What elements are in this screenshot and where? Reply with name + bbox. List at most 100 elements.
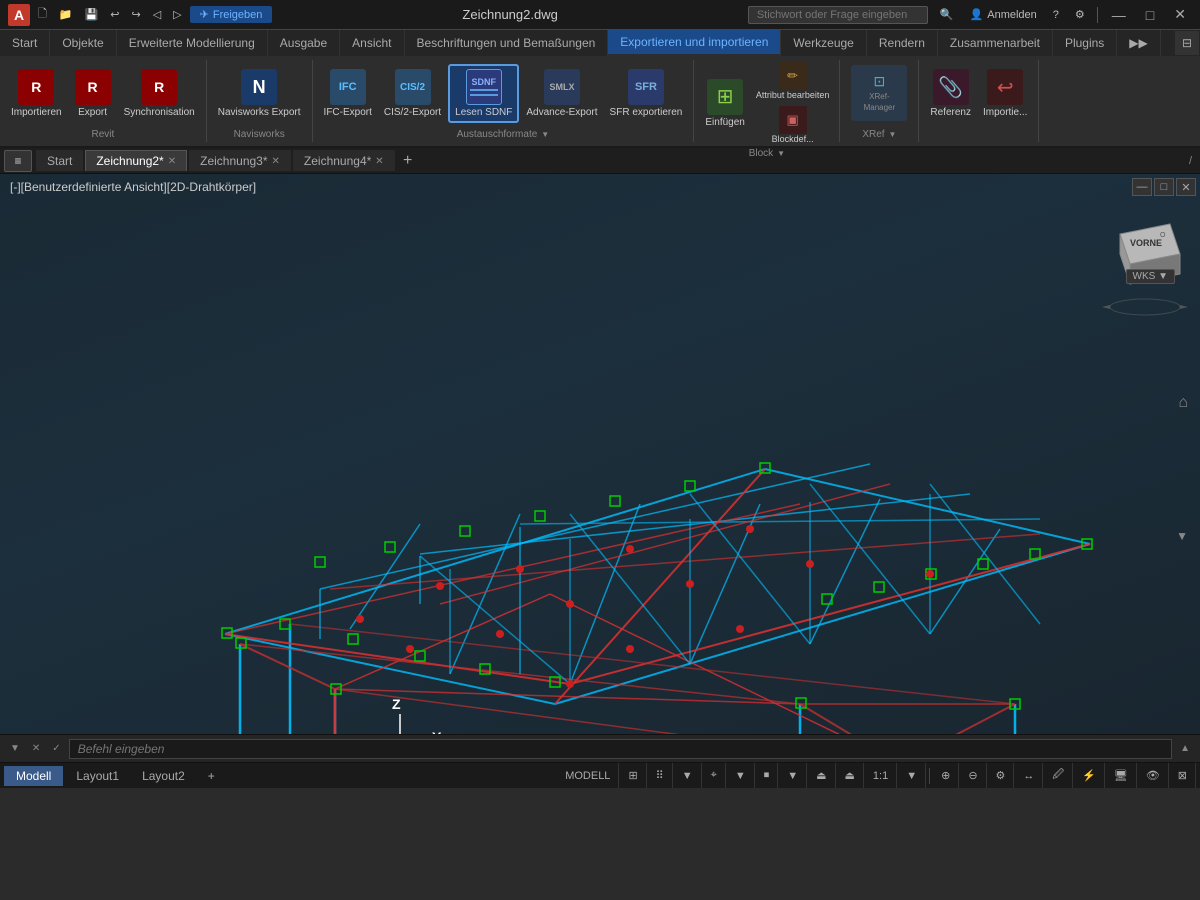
xref-dropdown-arrow[interactable]: ▼ bbox=[889, 130, 897, 139]
settings-btn[interactable]: ⚙ bbox=[988, 763, 1015, 788]
tab-zeichnung4-close[interactable]: ✕ bbox=[375, 156, 383, 167]
blockdef-btn[interactable]: ▣ Blockdef... bbox=[752, 104, 834, 146]
tab-erweiterte[interactable]: Erweiterte Modellierung bbox=[117, 30, 268, 56]
tab-zeichnung3[interactable]: Zeichnung3* ✕ bbox=[189, 150, 291, 171]
help-btn[interactable]: ? bbox=[1049, 8, 1063, 22]
revit-export-btn[interactable]: R Export bbox=[69, 66, 117, 121]
viewport-close-btn[interactable]: ✕ bbox=[1176, 178, 1196, 196]
ribbon-panel-icon[interactable]: ⊟ bbox=[1175, 31, 1199, 55]
cmd-check-btn[interactable]: ✓ bbox=[48, 741, 64, 756]
tab-zeichnung2[interactable]: Zeichnung2* ✕ bbox=[85, 150, 187, 171]
tab-zeichnung3-close[interactable]: ✕ bbox=[272, 156, 280, 167]
tab-start[interactable]: Start bbox=[0, 30, 50, 56]
viewcube[interactable]: VORNE O WKS ▼ bbox=[1100, 204, 1190, 294]
tab-plugins[interactable]: Plugins bbox=[1053, 30, 1117, 56]
zoom-in-btn[interactable]: ⊕ bbox=[933, 763, 959, 788]
workspace-btn[interactable]: ⚡ bbox=[1074, 763, 1105, 788]
isolate-btn[interactable]: 👁 bbox=[1138, 763, 1169, 788]
advance-export-btn[interactable]: SMLX Advance-Export bbox=[521, 66, 602, 121]
tab-ansicht[interactable]: Ansicht bbox=[340, 30, 404, 56]
ortho-btn[interactable]: ⌖ bbox=[703, 763, 726, 788]
austausch-dropdown-arrow[interactable]: ▼ bbox=[541, 130, 549, 139]
titlebar: A 🗋 📁 💾 ↩ ↪ ◁ ▷ ✈ Freigeben Zeichnung2.d… bbox=[0, 0, 1200, 30]
document-title: Zeichnung2.dwg bbox=[462, 7, 557, 22]
navisworks-export-btn[interactable]: N Navisworks Export bbox=[213, 66, 306, 121]
tab-start-doc[interactable]: Start bbox=[36, 150, 83, 171]
tab-zusammenarbeit[interactable]: Zusammenarbeit bbox=[938, 30, 1053, 56]
app-icon[interactable]: A bbox=[8, 4, 30, 26]
ribbon-content: R Importieren R Export R Synchronisation bbox=[0, 56, 1200, 146]
cmd-expand-btn[interactable]: ▲ bbox=[1176, 741, 1194, 756]
importieren-btn[interactable]: ↩ Importie... bbox=[978, 66, 1032, 121]
xref-manager-btn[interactable]: ⊡ XRef- Manager bbox=[846, 62, 912, 126]
tab-ausgabe[interactable]: Ausgabe bbox=[268, 30, 340, 56]
search-input[interactable] bbox=[748, 6, 928, 24]
scale-dropdown[interactable]: ▼ bbox=[898, 763, 926, 788]
undo-btn[interactable]: ↩ bbox=[106, 7, 123, 22]
zoom-out-btn[interactable]: ⊖ bbox=[960, 763, 986, 788]
osnap-btn[interactable]: ⏏ bbox=[808, 763, 835, 788]
cleanup-btn[interactable]: ⊠ bbox=[1170, 763, 1196, 788]
new-btn[interactable]: 🗋 bbox=[34, 4, 51, 25]
grid-btn[interactable]: ⊞ bbox=[620, 763, 646, 788]
polar-btn[interactable]: ⏹ bbox=[756, 763, 779, 788]
settings-icon[interactable]: ⚙ bbox=[1071, 7, 1089, 22]
ref-import-group-label bbox=[974, 127, 985, 142]
revit-importieren-btn[interactable]: R Importieren bbox=[6, 66, 67, 121]
viewport-minimize-btn[interactable]: — bbox=[1132, 178, 1152, 196]
back-btn[interactable]: ◁ bbox=[149, 7, 165, 22]
cis2-export-btn[interactable]: CIS/2 CIS/2-Export bbox=[379, 66, 446, 121]
lesen-sdnf-btn[interactable]: SDNF Lesen SDNF bbox=[448, 64, 519, 123]
scale-btn[interactable]: 1:1 bbox=[865, 763, 897, 788]
nav-collapse-btn[interactable]: ▼ bbox=[1176, 529, 1188, 543]
redo-btn[interactable]: ↪ bbox=[127, 7, 144, 22]
polar-dropdown[interactable]: ▼ bbox=[779, 763, 807, 788]
freigeben-btn[interactable]: ✈ Freigeben bbox=[190, 6, 273, 23]
search-icon[interactable]: 🔍 bbox=[936, 7, 958, 22]
minimize-btn[interactable]: — bbox=[1106, 5, 1132, 25]
hardware-btn[interactable]: 🖥 bbox=[1106, 763, 1137, 788]
tab-rendern[interactable]: Rendern bbox=[867, 30, 938, 56]
einfuegen-btn[interactable]: ⊞ Einfügen bbox=[700, 76, 749, 131]
cmd-x-btn[interactable]: ✕ bbox=[28, 741, 44, 756]
block-dropdown-arrow[interactable]: ▼ bbox=[777, 149, 785, 158]
attribut-bearbeiten-btn[interactable]: ✏ Attribut bearbeiten bbox=[752, 60, 834, 102]
expand-btn[interactable]: ↔ bbox=[1015, 763, 1043, 788]
track-btn[interactable]: ⏏ bbox=[837, 763, 864, 788]
tab-werkzeuge[interactable]: Werkzeuge bbox=[781, 30, 866, 56]
home-btn[interactable]: ⌂ bbox=[1178, 394, 1188, 412]
ifc-export-btn[interactable]: IFC IFC-Export bbox=[319, 66, 377, 121]
model-tab[interactable]: Modell bbox=[4, 766, 63, 786]
tab-zeichnung2-close[interactable]: ✕ bbox=[168, 156, 176, 167]
doc-menu-btn[interactable]: ≡ bbox=[4, 150, 32, 172]
model-space-btn[interactable]: MODELL bbox=[557, 763, 619, 788]
open-btn[interactable]: 📁 bbox=[55, 7, 77, 22]
ortho-dropdown[interactable]: ▼ bbox=[727, 763, 755, 788]
cmd-menu-btn[interactable]: ▼ bbox=[6, 741, 24, 756]
sfr-export-btn[interactable]: SFR SFR exportieren bbox=[605, 66, 688, 121]
save-btn[interactable]: 💾 bbox=[81, 7, 103, 22]
revit-group-label: Revit bbox=[87, 127, 118, 142]
cmd-input[interactable] bbox=[69, 739, 1172, 759]
user-btn[interactable]: 👤 Anmelden bbox=[966, 7, 1041, 22]
snap-dropdown[interactable]: ▼ bbox=[674, 763, 702, 788]
add-layout-btn[interactable]: + bbox=[198, 766, 225, 786]
annotation-btn[interactable]: 🖉 bbox=[1044, 763, 1073, 788]
wks-label[interactable]: WKS ▼ bbox=[1126, 269, 1175, 284]
close-btn[interactable]: ✕ bbox=[1168, 4, 1192, 25]
layout1-tab[interactable]: Layout1 bbox=[66, 766, 129, 786]
new-tab-btn[interactable]: + bbox=[397, 150, 419, 172]
tab-zeichnung4[interactable]: Zeichnung4* ✕ bbox=[293, 150, 395, 171]
forward-btn[interactable]: ▷ bbox=[169, 7, 185, 22]
tab-beschriftungen[interactable]: Beschriftungen und Bemaßungen bbox=[405, 30, 609, 56]
maximize-btn[interactable]: □ bbox=[1140, 5, 1160, 25]
tab-objekte[interactable]: Objekte bbox=[50, 30, 116, 56]
tab-more[interactable]: ▶▶ bbox=[1117, 30, 1160, 56]
revit-sync-btn[interactable]: R Synchronisation bbox=[119, 66, 200, 121]
snap-btn[interactable]: ⠿ bbox=[648, 763, 673, 788]
layout2-tab[interactable]: Layout2 bbox=[132, 766, 195, 786]
tab-exportieren[interactable]: Exportieren und importieren bbox=[608, 30, 781, 56]
viewport-label[interactable]: [-][Benutzerdefinierte Ansicht][2D-Draht… bbox=[10, 180, 256, 194]
viewport-maximize-btn[interactable]: □ bbox=[1154, 178, 1174, 196]
referenz-btn[interactable]: 📎 Referenz bbox=[925, 66, 976, 121]
